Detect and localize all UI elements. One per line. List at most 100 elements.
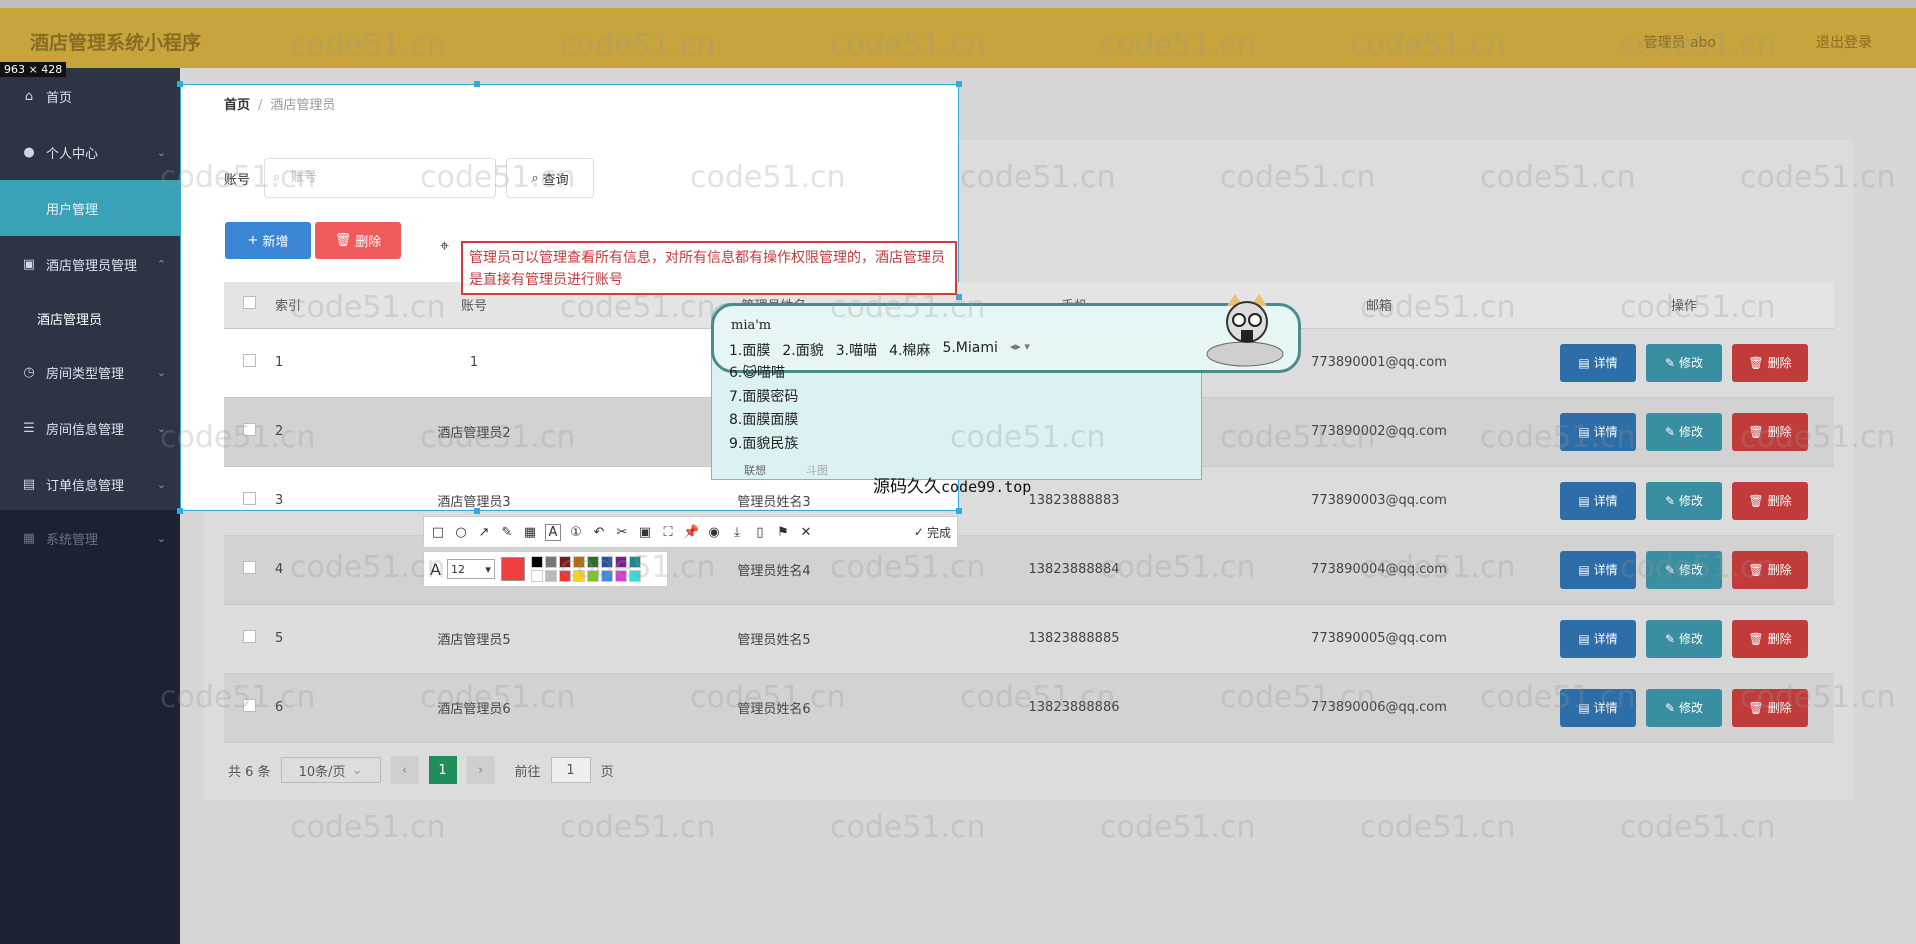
color-swatch[interactable] bbox=[628, 556, 641, 568]
logout-link[interactable]: 退出登录 bbox=[1816, 32, 1872, 52]
undo-icon[interactable]: ↶ bbox=[591, 525, 607, 540]
resize-handle[interactable] bbox=[474, 81, 480, 87]
sidebar-item-system[interactable]: ▦ 系统管理 ⌄ bbox=[0, 510, 180, 566]
color-swatch[interactable] bbox=[600, 570, 613, 582]
text-annotation[interactable]: 管理员可以管理查看所有信息，对所有信息都有操作权限管理的，酒店管理员是直接有管理… bbox=[461, 241, 957, 295]
query-button[interactable]: ⌕ 查询 bbox=[506, 158, 594, 198]
color-swatch[interactable] bbox=[530, 556, 543, 568]
ime-candidate[interactable]: 2.面貌 bbox=[782, 340, 823, 360]
color-swatch[interactable] bbox=[628, 570, 641, 582]
color-swatch[interactable] bbox=[544, 570, 557, 582]
add-button[interactable]: + 新增 bbox=[225, 222, 311, 259]
batch-delete-button[interactable]: 🗑 删除 bbox=[315, 222, 401, 259]
ime-candidate[interactable]: 9.面貌民族 bbox=[729, 433, 798, 457]
resize-handle[interactable] bbox=[474, 508, 480, 514]
select-all-cell[interactable] bbox=[224, 282, 274, 329]
edit-button[interactable]: ✎ 修改 bbox=[1646, 550, 1722, 589]
sidebar-subitem-hotel-admin[interactable]: 酒店管理员 bbox=[0, 292, 180, 344]
cut-icon[interactable]: ✂ bbox=[614, 525, 630, 540]
color-swatch[interactable] bbox=[572, 556, 585, 568]
download-icon[interactable]: ⤓ bbox=[729, 525, 745, 540]
breadcrumb-home[interactable]: 首页 bbox=[224, 98, 250, 113]
ime-candidate[interactable]: 1.面膜 bbox=[729, 340, 770, 360]
sidebar-item-profile[interactable]: ● 个人中心 ⌄ bbox=[0, 124, 180, 180]
ime-tab-stickers[interactable]: 斗图 bbox=[806, 462, 828, 478]
ime-candidate[interactable]: 4.棉麻 bbox=[889, 340, 930, 360]
goto-input[interactable]: 1 bbox=[550, 757, 591, 783]
color-swatch[interactable] bbox=[530, 570, 543, 582]
sidebar-item-hotel-admin[interactable]: ▣ 酒店管理员管理 ⌃ bbox=[0, 236, 180, 292]
sidebar-item-rooms[interactable]: ☰ 房间信息管理 ⌄ bbox=[0, 400, 180, 456]
ocr-icon[interactable]: ▣ bbox=[637, 525, 653, 540]
edit-button[interactable]: ✎ 修改 bbox=[1646, 481, 1722, 520]
row-select-cell[interactable] bbox=[224, 397, 274, 467]
delete-button[interactable]: 🗑 删除 bbox=[1732, 481, 1808, 520]
font-size-select[interactable]: 12 ▾ bbox=[446, 559, 495, 579]
rectangle-tool-icon[interactable]: □ bbox=[430, 525, 446, 540]
page-size-select[interactable]: 10条/页 ⌄ bbox=[280, 757, 381, 783]
row-checkbox[interactable] bbox=[242, 354, 256, 367]
sidebar-item-room-types[interactable]: ◷ 房间类型管理 ⌄ bbox=[0, 344, 180, 400]
row-select-cell[interactable] bbox=[224, 604, 274, 674]
color-swatch[interactable] bbox=[544, 556, 557, 568]
color-swatch[interactable] bbox=[614, 556, 627, 568]
prev-page-button[interactable]: ‹ bbox=[390, 756, 419, 784]
ime-tab-association[interactable]: 联想 bbox=[744, 462, 766, 478]
sidebar-item-users[interactable]: 用户管理 bbox=[0, 180, 180, 236]
delete-button[interactable]: 🗑 删除 bbox=[1732, 688, 1808, 727]
mosaic-tool-icon[interactable]: ▦ bbox=[522, 525, 538, 540]
color-swatch[interactable] bbox=[558, 570, 571, 582]
edit-button[interactable]: ✎ 修改 bbox=[1646, 412, 1722, 451]
row-checkbox[interactable] bbox=[242, 630, 256, 643]
resize-handle[interactable] bbox=[956, 81, 962, 87]
search-input[interactable]: ⌕ 账号 bbox=[264, 158, 496, 198]
number-tool-icon[interactable]: ① bbox=[568, 525, 584, 540]
resize-handle[interactable] bbox=[956, 508, 962, 514]
cancel-icon[interactable]: ✕ bbox=[798, 525, 814, 540]
bookmark-icon[interactable]: ⚑ bbox=[775, 525, 791, 540]
delete-button[interactable]: 🗑 删除 bbox=[1732, 619, 1808, 658]
ime-candidate[interactable]: 3.喵喵 bbox=[836, 340, 877, 360]
text-tool-icon[interactable]: A bbox=[545, 523, 561, 541]
edit-button[interactable]: ✎ 修改 bbox=[1646, 688, 1722, 727]
delete-button[interactable]: 🗑 删除 bbox=[1732, 550, 1808, 589]
ime-candidate[interactable]: 6.😺喵喵 bbox=[729, 362, 798, 386]
sidebar-item-orders[interactable]: ▤ 订单信息管理 ⌄ bbox=[0, 456, 180, 512]
select-all-checkbox[interactable] bbox=[242, 296, 256, 310]
ime-candidate[interactable]: 8.面膜面膜 bbox=[729, 409, 798, 433]
detail-button[interactable]: ▤ 详情 bbox=[1560, 619, 1636, 658]
ellipse-tool-icon[interactable]: ○ bbox=[453, 525, 469, 540]
page-button-current[interactable]: 1 bbox=[428, 756, 457, 784]
record-icon[interactable]: ◉ bbox=[706, 525, 722, 540]
current-color-swatch[interactable] bbox=[500, 557, 525, 581]
row-select-cell[interactable] bbox=[224, 328, 274, 398]
arrow-tool-icon[interactable]: ↗ bbox=[476, 525, 492, 540]
resize-handle[interactable] bbox=[177, 508, 183, 514]
color-swatch[interactable] bbox=[572, 570, 585, 582]
row-checkbox[interactable] bbox=[242, 699, 256, 712]
pin-icon[interactable]: 📌 bbox=[683, 525, 699, 540]
edit-button[interactable]: ✎ 修改 bbox=[1646, 619, 1722, 658]
color-swatch[interactable] bbox=[600, 556, 613, 568]
row-select-cell[interactable] bbox=[224, 466, 274, 536]
resize-handle[interactable] bbox=[177, 81, 183, 87]
color-swatch[interactable] bbox=[586, 556, 599, 568]
detail-button[interactable]: ▤ 详情 bbox=[1560, 688, 1636, 727]
ime-candidate[interactable]: 7.面膜密码 bbox=[729, 386, 798, 410]
row-checkbox[interactable] bbox=[242, 492, 256, 505]
phone-icon[interactable]: ▯ bbox=[752, 525, 768, 540]
row-select-cell[interactable] bbox=[224, 535, 274, 605]
detail-button[interactable]: ▤ 详情 bbox=[1560, 343, 1636, 382]
current-user[interactable]: 管理员 abo bbox=[1644, 32, 1716, 52]
detail-button[interactable]: ▤ 详情 bbox=[1560, 550, 1636, 589]
detail-button[interactable]: ▤ 详情 bbox=[1560, 481, 1636, 520]
color-swatch[interactable] bbox=[614, 570, 627, 582]
ime-candidate[interactable]: 5.Miami bbox=[942, 340, 997, 360]
delete-button[interactable]: 🗑 删除 bbox=[1732, 412, 1808, 451]
delete-button[interactable]: 🗑 删除 bbox=[1732, 343, 1808, 382]
row-checkbox[interactable] bbox=[242, 423, 256, 436]
detail-button[interactable]: ▤ 详情 bbox=[1560, 412, 1636, 451]
color-swatch[interactable] bbox=[586, 570, 599, 582]
pen-tool-icon[interactable]: ✎ bbox=[499, 525, 515, 540]
scan-icon[interactable]: ⛶ bbox=[660, 525, 676, 540]
